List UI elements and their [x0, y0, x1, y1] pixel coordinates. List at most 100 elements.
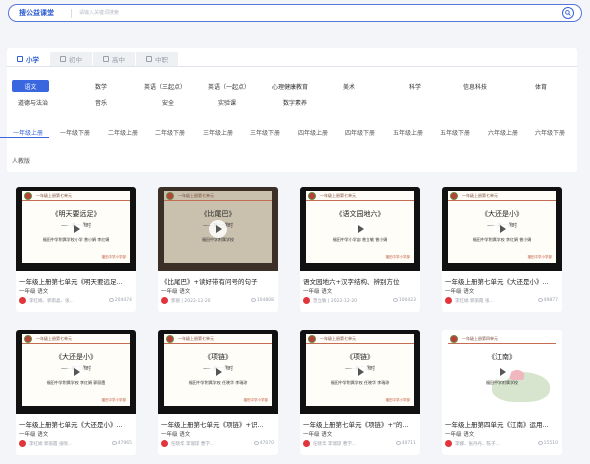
view-count: 47965 — [111, 441, 132, 446]
teacher-avatar — [19, 440, 26, 447]
view-count: 47070 — [253, 441, 274, 446]
play-icon[interactable] — [493, 220, 511, 238]
subject-mental-health[interactable]: 心理健康教育 — [264, 80, 316, 92]
course-card[interactable]: 一年级上册第七单元 《明天要远足》 ——第一课时 福田中学附属学校小学 曾小娟 … — [16, 187, 136, 312]
play-icon[interactable] — [351, 363, 369, 381]
teacher-avatar — [161, 440, 168, 447]
course-thumbnail[interactable]: 一年级上册第四单元 《江南》 福田中学附属学校 — [442, 330, 562, 414]
subject-chinese[interactable]: 语文 — [12, 80, 49, 92]
eye-icon — [395, 441, 401, 445]
play-icon[interactable] — [351, 220, 369, 238]
subject-music[interactable]: 音乐 — [90, 96, 112, 108]
stage-tabs: 小学 初中 高中 中职 — [7, 52, 179, 66]
subject-pe[interactable]: 体育 — [530, 80, 552, 92]
view-count: 40711 — [395, 441, 416, 446]
course-title[interactable]: 一年级上册第四单元《江南》运用... — [445, 419, 560, 429]
course-thumbnail[interactable]: 一年级上册第七单元 《项链》 ——第二课时 福田中学附属学校 任晓华 李瑞琼 福… — [300, 330, 420, 414]
eye-icon — [250, 298, 256, 302]
teacher-names: 李红娟、郭雨晶、张... — [29, 299, 74, 304]
subject-safety[interactable]: 安全 — [157, 96, 179, 108]
course-subject: 一年级 语文 — [19, 289, 49, 295]
play-icon[interactable] — [493, 363, 511, 381]
teacher-names: 曾立敏 | 2022-12-20 — [313, 299, 358, 304]
grade-3b[interactable]: 三年级下册 — [250, 128, 280, 137]
search-button[interactable] — [559, 6, 577, 20]
grade-2a[interactable]: 二年级上册 — [108, 128, 138, 137]
course-thumbnail[interactable]: 一年级上册第七单元 《大还是小》 ——第一课时 福田中学附属学校 李红娟 曾小娟… — [442, 187, 562, 271]
course-title[interactable]: 一年级上册第七单元《项链》+"的... — [303, 419, 418, 429]
grade-2b[interactable]: 二年级下册 — [155, 128, 185, 137]
course-card[interactable]: 一年级上册第七单元 《项链》 ——第二课时 福田中学附属学校 任晓华 李瑞琼 福… — [300, 330, 420, 455]
book-icon — [146, 56, 152, 62]
course-title[interactable]: 一年级上册第七单元《项链》+识... — [161, 419, 276, 429]
view-count: 204474 — [108, 298, 132, 303]
play-icon[interactable] — [67, 220, 85, 238]
course-thumbnail[interactable]: 一年级上册第七单元 《项链》 ——第一课时 福田中学附属学校 任晓华 李瑞琼 福… — [158, 330, 278, 414]
grade-3a[interactable]: 三年级上册 — [203, 128, 233, 137]
grade-6a[interactable]: 六年级上册 — [488, 128, 518, 137]
eye-icon — [108, 298, 114, 302]
course-meta: 李红娟 郭丽霞 张晓... 47965 — [19, 440, 134, 448]
course-title[interactable]: 《比尾巴》+读好带有问号的句子 — [161, 276, 276, 286]
course-meta: 曾立敏 | 2022-12-20 100423 — [303, 297, 418, 305]
subject-math[interactable]: 数学 — [90, 80, 112, 92]
teacher-names: 郭丽 | 2022-12-20 — [171, 299, 211, 304]
grade-6b[interactable]: 六年级下册 — [535, 128, 565, 137]
subject-english-3[interactable]: 英语（三起点） — [140, 80, 190, 92]
course-thumbnail[interactable]: 一年级上册第七单元 《明天要远足》 ——第一课时 福田中学附属学校小学 曾小娟 … — [16, 187, 136, 271]
subject-morality[interactable]: 道德与法治 — [12, 96, 54, 108]
book-icon — [60, 56, 66, 62]
course-thumbnail[interactable]: 一年级上册第七单元 《语文园地六》 福田中学小学部 曾立敏 曾小娟 福田中学小学… — [300, 187, 420, 271]
tab-stage-primary[interactable]: 小学 — [7, 52, 50, 66]
tab-stage-vocational[interactable]: 中职 — [136, 52, 179, 66]
subject-art[interactable]: 美术 — [338, 80, 360, 92]
grade-5a[interactable]: 五年级上册 — [393, 128, 423, 137]
course-title[interactable]: 一年级上册第七单元《明天要远足... — [19, 276, 134, 286]
grade-1a[interactable]: 一年级上册 — [13, 128, 43, 137]
search-icon — [562, 7, 574, 19]
course-title[interactable]: 一年级上册第七单元《大还是小》... — [19, 419, 134, 429]
eye-icon — [392, 298, 398, 302]
course-card[interactable]: 一年级上册第七单元 《语文园地六》 福田中学小学部 曾立敏 曾小娟 福田中学小学… — [300, 187, 420, 312]
grade-4a[interactable]: 四年级上册 — [298, 128, 328, 137]
grade-1b[interactable]: 一年级下册 — [60, 128, 90, 137]
search-divider — [71, 9, 72, 18]
subject-lab[interactable]: 实验课 — [212, 96, 242, 108]
subject-english-1[interactable]: 英语（一起点） — [204, 80, 254, 92]
course-meta: 郭丽 | 2022-12-20 104808 — [161, 297, 276, 305]
teacher-avatar — [19, 297, 26, 304]
grade-5b[interactable]: 五年级下册 — [440, 128, 470, 137]
grade-active-underline — [0, 137, 49, 138]
course-card[interactable]: 一年级上册第四单元 《江南》 福田中学附属学校 一年级上册第四单元《江南》运用.… — [442, 330, 562, 455]
subject-digital-literacy[interactable]: 数字素养 — [278, 96, 312, 108]
eye-icon — [111, 441, 117, 445]
course-thumbnail[interactable]: 一年级上册第七单元 《大还是小》 ——第二课时 福田中学附属学校 李红娟 郭丽霞… — [16, 330, 136, 414]
course-card[interactable]: 一年级上册第七单元 《项链》 ——第一课时 福田中学附属学校 任晓华 李瑞琼 福… — [158, 330, 278, 455]
play-icon[interactable] — [209, 220, 227, 238]
course-thumbnail[interactable]: 一年级上册第七单元 《比尾巴》 ——第一课时 福田中学附属学校 — [158, 187, 278, 271]
teacher-names: 李红娟 郭丽霞 张... — [455, 299, 494, 304]
course-subject: 一年级 语文 — [445, 289, 475, 295]
course-subject: 一年级 语文 — [445, 432, 475, 438]
course-card[interactable]: 一年级上册第七单元 《大还是小》 ——第一课时 福田中学附属学校 李红娟 曾小娟… — [442, 187, 562, 312]
eye-icon — [537, 441, 543, 445]
tab-stage-senior[interactable]: 高中 — [93, 52, 136, 66]
course-meta: 任晓华 李瑞琼 曹学... 40711 — [303, 440, 418, 448]
search-input[interactable] — [79, 7, 499, 19]
tab-stage-junior[interactable]: 初中 — [50, 52, 93, 66]
course-title[interactable]: 一年级上册第七单元《大还是小》... — [445, 276, 560, 286]
course-meta: 任晓华 李瑞琼 曹学... 47070 — [161, 440, 276, 448]
subject-science[interactable]: 科学 — [404, 80, 426, 92]
teacher-avatar — [161, 297, 168, 304]
course-meta: 李娜、张丹丹、陈子... 15510 — [445, 440, 560, 448]
course-title[interactable]: 语文园地六+汉字结构、辨别方位 — [303, 276, 418, 286]
subject-it[interactable]: 信息科技 — [458, 80, 492, 92]
course-meta: 李红娟、郭雨晶、张... 204474 — [19, 297, 134, 305]
play-icon[interactable] — [67, 363, 85, 381]
eye-icon — [253, 441, 259, 445]
grade-4b[interactable]: 四年级下册 — [345, 128, 375, 137]
edition-pep[interactable]: 人教版 — [12, 156, 30, 165]
course-card[interactable]: 一年级上册第七单元 《比尾巴》 ——第一课时 福田中学附属学校 《比尾巴》+读好… — [158, 187, 278, 312]
course-card[interactable]: 一年级上册第七单元 《大还是小》 ——第二课时 福田中学附属学校 李红娟 郭丽霞… — [16, 330, 136, 455]
play-icon[interactable] — [209, 363, 227, 381]
